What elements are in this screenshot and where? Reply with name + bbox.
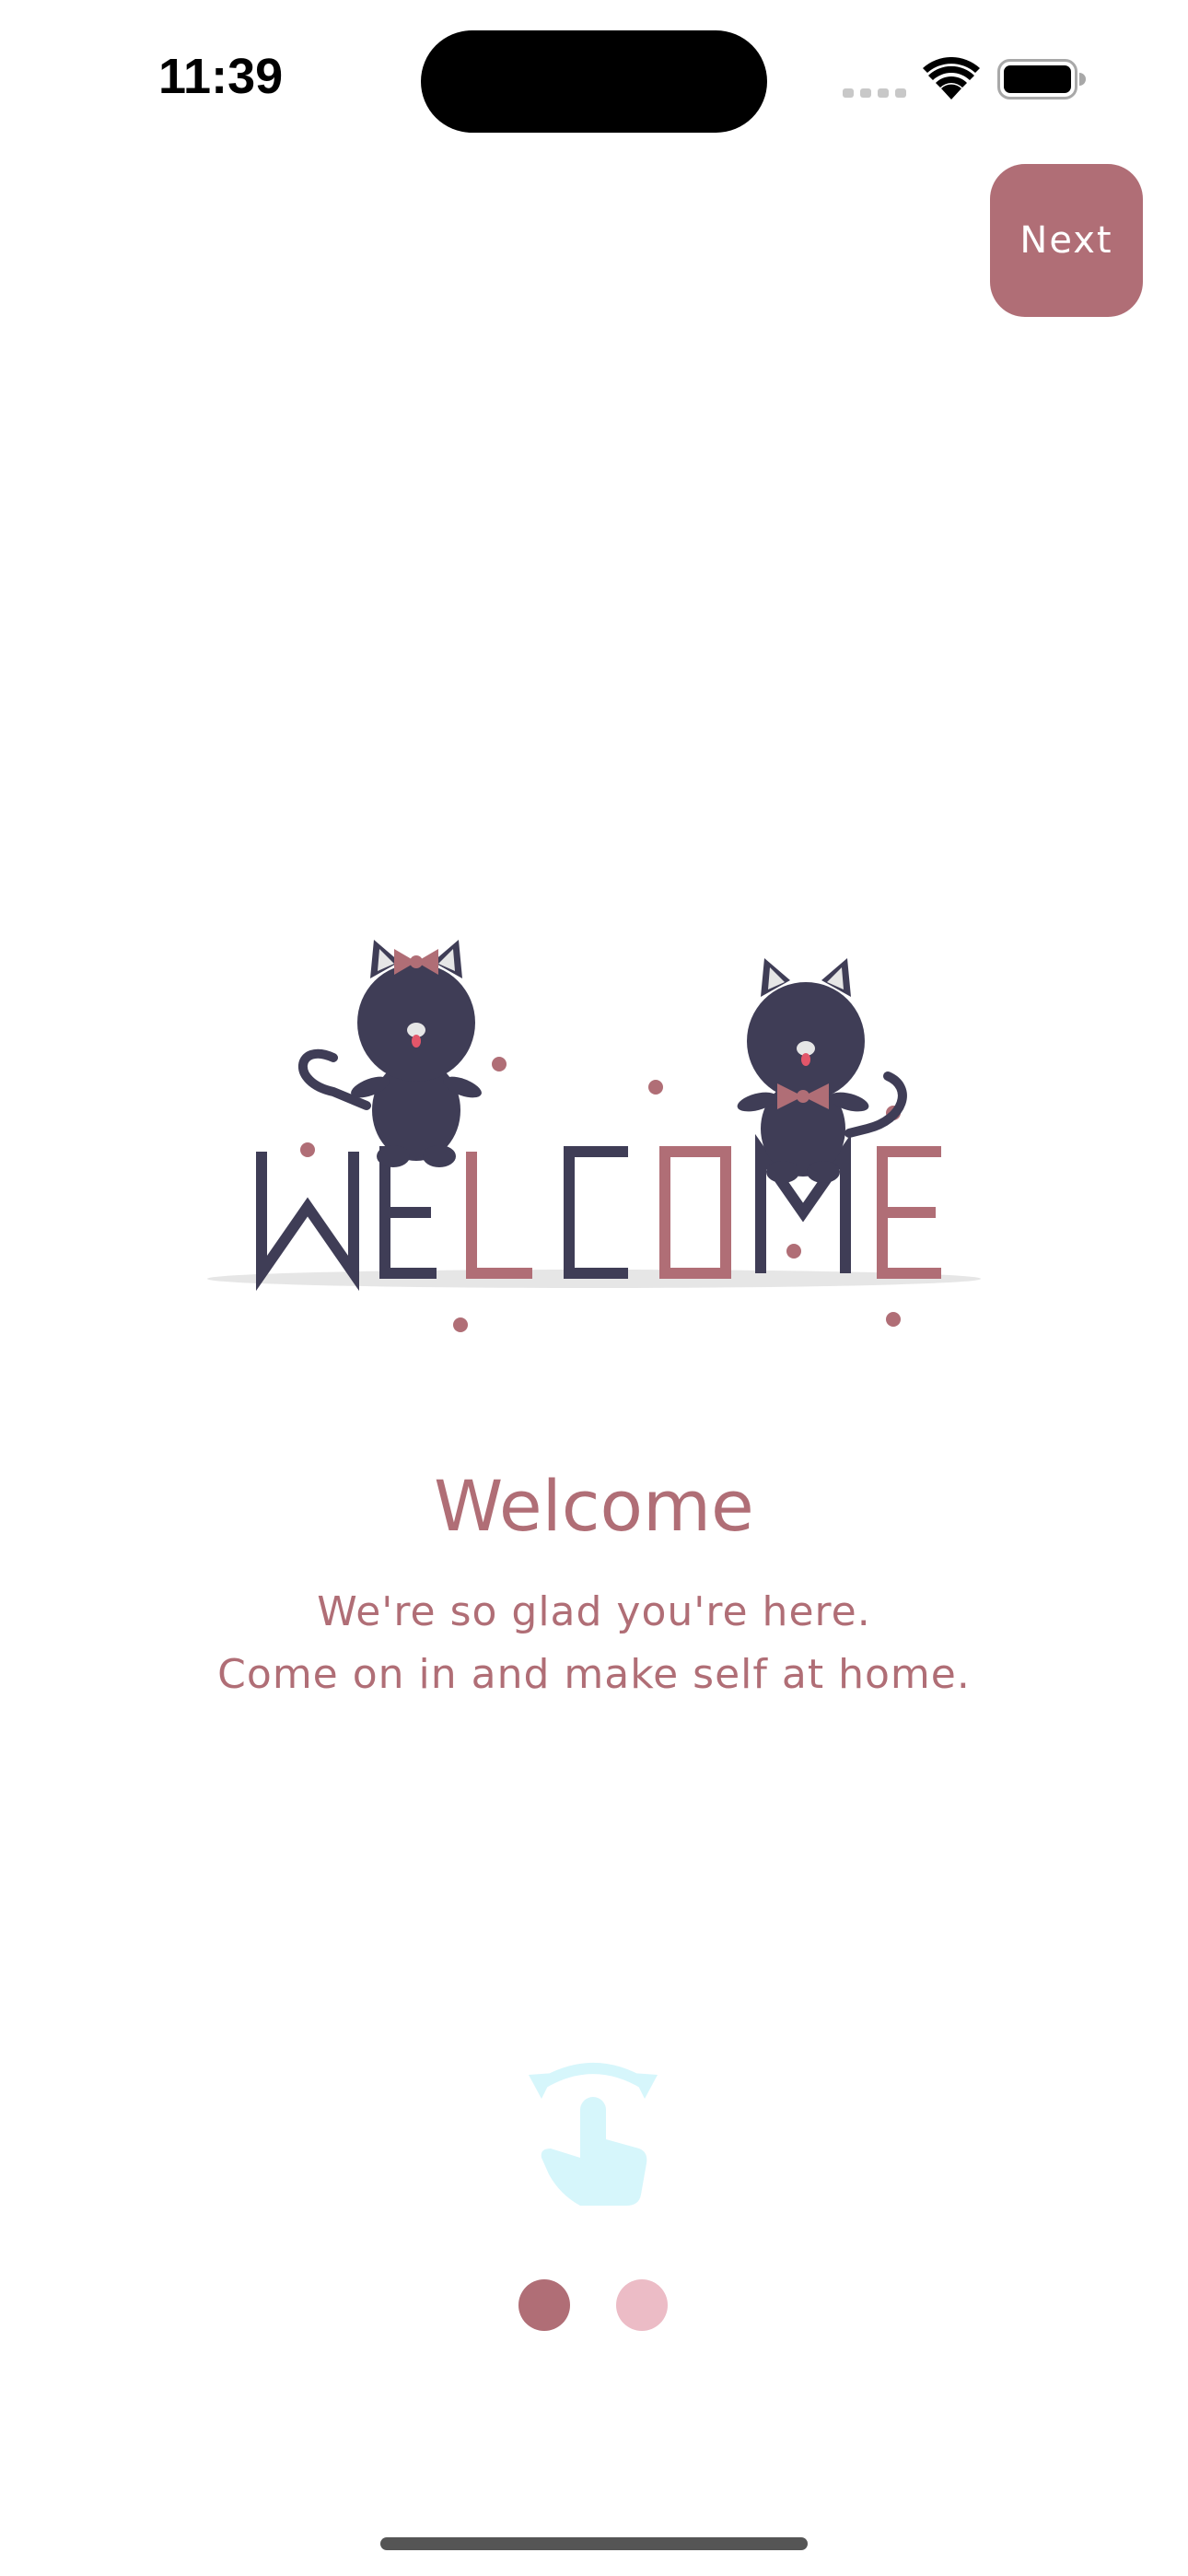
- wifi-icon: [923, 57, 980, 100]
- welcome-message-line-2: Come on in and make self at home.: [217, 1651, 971, 1698]
- status-time: 11:39: [158, 49, 284, 104]
- page-indicator-dot-1[interactable]: [518, 2279, 570, 2331]
- battery-icon: [997, 59, 1086, 100]
- swipe-gesture-icon: [529, 2063, 658, 2206]
- cellular-signal-icon: [843, 88, 906, 98]
- page-title: Welcome: [434, 1465, 754, 1547]
- welcome-cats-illustration: [207, 940, 981, 1332]
- home-indicator[interactable]: [380, 2537, 808, 2550]
- page-indicator-dot-2[interactable]: [616, 2279, 668, 2331]
- welcome-message-line-1: We're so glad you're here.: [317, 1588, 871, 1635]
- next-button[interactable]: Next: [990, 164, 1143, 317]
- dynamic-island: [421, 30, 767, 133]
- left-cat-icon: [298, 940, 482, 1167]
